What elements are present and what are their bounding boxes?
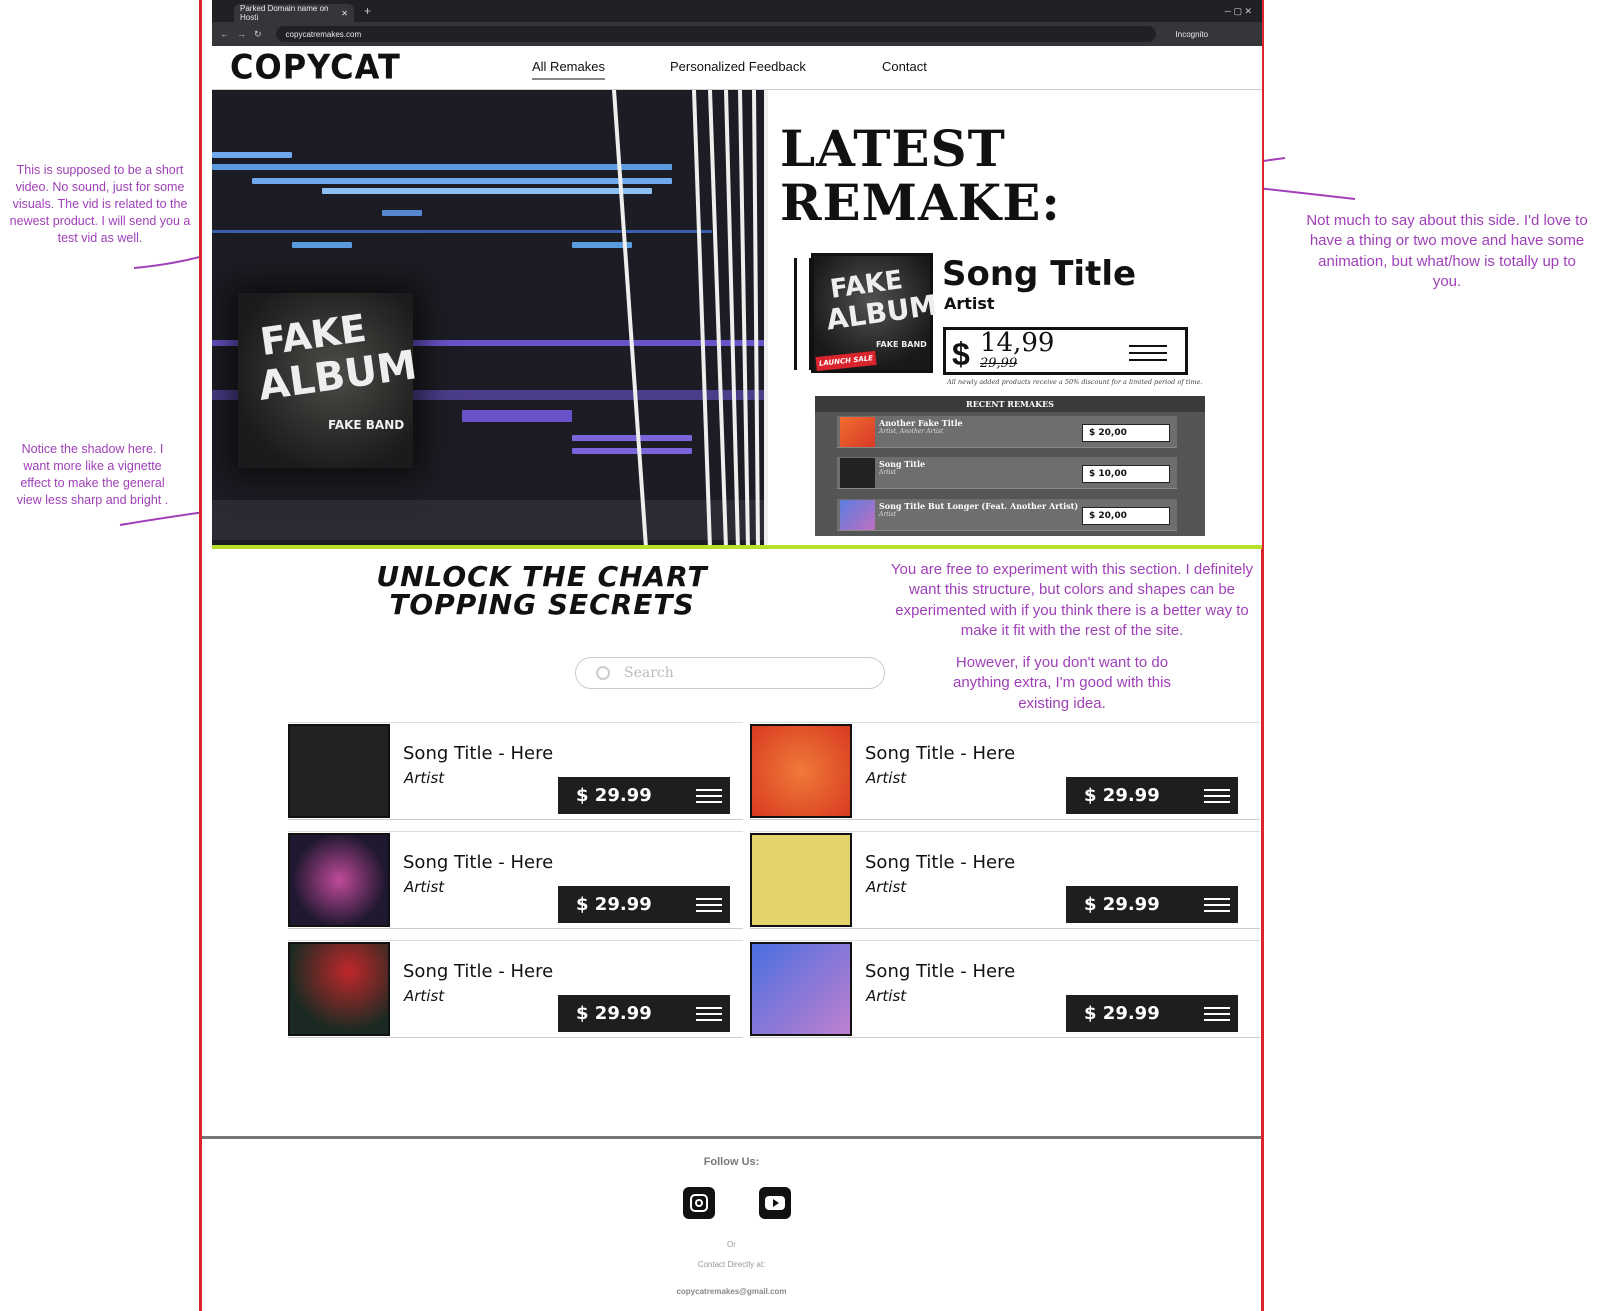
nav-all-remakes[interactable]: All Remakes xyxy=(532,59,605,80)
catalog-heading: UNLOCK THE CHART TOPPING SECRETS xyxy=(376,560,708,621)
url-input[interactable]: copycatremakes.com xyxy=(275,26,1156,42)
product-thumb xyxy=(288,833,390,927)
recent-row[interactable]: Song Title Artist $ 10,00 xyxy=(837,457,1177,489)
featured-cover[interactable]: FAKE ALBUM FAKE BAND LAUNCH SALE xyxy=(811,253,939,373)
product-card[interactable]: Song Title - Here Artist $ 29.99 xyxy=(750,722,1260,820)
instagram-icon[interactable] xyxy=(683,1187,715,1219)
browser-tab[interactable]: Parked Domain name on Hosti ✕ xyxy=(234,4,354,22)
product-thumb xyxy=(750,942,852,1036)
menu-icon[interactable] xyxy=(1129,340,1167,366)
search-icon xyxy=(596,666,610,680)
recent-price[interactable]: $ 20,00 xyxy=(1082,424,1170,442)
menu-icon[interactable] xyxy=(696,894,722,914)
nav-feedback[interactable]: Personalized Feedback xyxy=(670,59,806,74)
cover-stack xyxy=(794,258,812,370)
hero-video[interactable]: FAKE ALBUM FAKE BAND xyxy=(212,90,768,545)
sale-tag: LAUNCH SALE xyxy=(815,350,877,372)
product-thumb xyxy=(288,724,390,818)
forward-icon[interactable]: → xyxy=(237,29,246,39)
annotation-video: This is supposed to be a short video. No… xyxy=(9,163,191,245)
annotation-shadow: Notice the shadow here. I want more like… xyxy=(16,442,169,507)
product-thumb xyxy=(750,724,852,818)
browser-frame: Parked Domain name on Hosti ✕ + ─ ▢ ✕ ← … xyxy=(199,0,1264,1311)
incognito-badge: Incognito xyxy=(1175,29,1209,39)
annotation-section: You are free to experiment with this sec… xyxy=(890,561,1254,639)
product-card[interactable]: Song Title - Here Artist $ 29.99 xyxy=(288,940,743,1038)
product-thumb xyxy=(750,833,852,927)
window-controls[interactable]: ─ ▢ ✕ xyxy=(1225,6,1252,17)
tab-title: Parked Domain name on Hosti xyxy=(240,4,329,22)
nav-contact[interactable]: Contact xyxy=(882,59,927,74)
price-button[interactable]: $ 29.99 xyxy=(1066,995,1238,1032)
price-button[interactable]: $ 29.99 xyxy=(1066,886,1238,923)
back-icon[interactable]: ← xyxy=(220,29,229,39)
recent-row[interactable]: Another Fake Title Artist, Another Artis… xyxy=(837,416,1177,448)
featured-artist: Artist xyxy=(944,294,995,313)
footer-or: Or xyxy=(727,1240,736,1249)
product-card[interactable]: Song Title - Here Artist $ 29.99 xyxy=(288,722,743,820)
recent-row[interactable]: Song Title But Longer (Feat. Another Art… xyxy=(837,499,1177,531)
site-footer: Follow Us: Or Contact Directly at: copyc… xyxy=(202,1136,1261,1311)
new-tab-icon[interactable]: + xyxy=(364,4,371,18)
address-bar: ← → ↻ copycatremakes.com Incognito xyxy=(212,22,1262,46)
search-input[interactable]: Search xyxy=(575,657,885,689)
reload-icon[interactable]: ↻ xyxy=(254,29,262,40)
menu-icon[interactable] xyxy=(696,1003,722,1023)
currency-symbol: $ xyxy=(952,336,970,372)
recent-thumb xyxy=(840,417,875,447)
product-card[interactable]: Song Title - Here Artist $ 29.99 xyxy=(750,940,1260,1038)
annotation-section-2: However, if you don't want to do anythin… xyxy=(953,654,1171,712)
latest-heading: LATEST REMAKE: xyxy=(780,119,1061,232)
price-button[interactable]: $ 29.99 xyxy=(558,777,730,814)
price-button[interactable]: $ 29.99 xyxy=(1066,777,1238,814)
youtube-icon[interactable] xyxy=(759,1187,791,1219)
accent-divider xyxy=(212,545,1262,549)
menu-icon[interactable] xyxy=(1204,894,1230,914)
menu-icon[interactable] xyxy=(696,785,722,805)
follow-label: Follow Us: xyxy=(703,1156,760,1168)
hero-section: FAKE ALBUM FAKE BAND LATEST REMAKE: FAKE… xyxy=(212,90,1262,545)
close-icon[interactable]: ✕ xyxy=(341,9,348,18)
tab-bar: Parked Domain name on Hosti ✕ + ─ ▢ ✕ xyxy=(212,0,1262,22)
recent-heading: RECENT REMAKES xyxy=(815,396,1205,412)
sale-price: 14,99 xyxy=(980,328,1055,358)
product-thumb xyxy=(288,942,390,1036)
price-button[interactable]: $ 29.99 xyxy=(558,995,730,1032)
old-price: 29,99 xyxy=(980,356,1018,371)
menu-icon[interactable] xyxy=(1204,785,1230,805)
product-card[interactable]: Song Title - Here Artist $ 29.99 xyxy=(288,831,743,929)
featured-price-box[interactable]: $ 14,99 29,99 xyxy=(943,327,1188,375)
recent-thumb xyxy=(840,458,875,488)
recent-thumb xyxy=(840,500,875,530)
recent-price[interactable]: $ 20,00 xyxy=(1082,507,1170,525)
product-card[interactable]: Song Title - Here Artist $ 29.99 xyxy=(750,831,1260,929)
site-logo[interactable]: COPYCAT xyxy=(230,47,401,87)
recent-remakes-panel: RECENT REMAKES Another Fake Title Artist… xyxy=(815,396,1205,536)
price-button[interactable]: $ 29.99 xyxy=(558,886,730,923)
menu-icon[interactable] xyxy=(1204,1003,1230,1023)
video-album-cover: FAKE ALBUM FAKE BAND xyxy=(238,293,420,468)
annotation-right: Not much to say about this side. I'd lov… xyxy=(1306,212,1588,290)
footer-email[interactable]: copycatremakes@gmail.com xyxy=(202,1287,1261,1296)
site-nav: COPYCAT All Remakes Personalized Feedbac… xyxy=(212,46,1262,90)
recent-price[interactable]: $ 10,00 xyxy=(1082,465,1170,483)
footer-contact-label: Contact Directly at: xyxy=(697,1260,766,1269)
discount-note: All newly added products receive a 50% d… xyxy=(947,378,1203,386)
featured-title: Song Title xyxy=(942,254,1137,294)
